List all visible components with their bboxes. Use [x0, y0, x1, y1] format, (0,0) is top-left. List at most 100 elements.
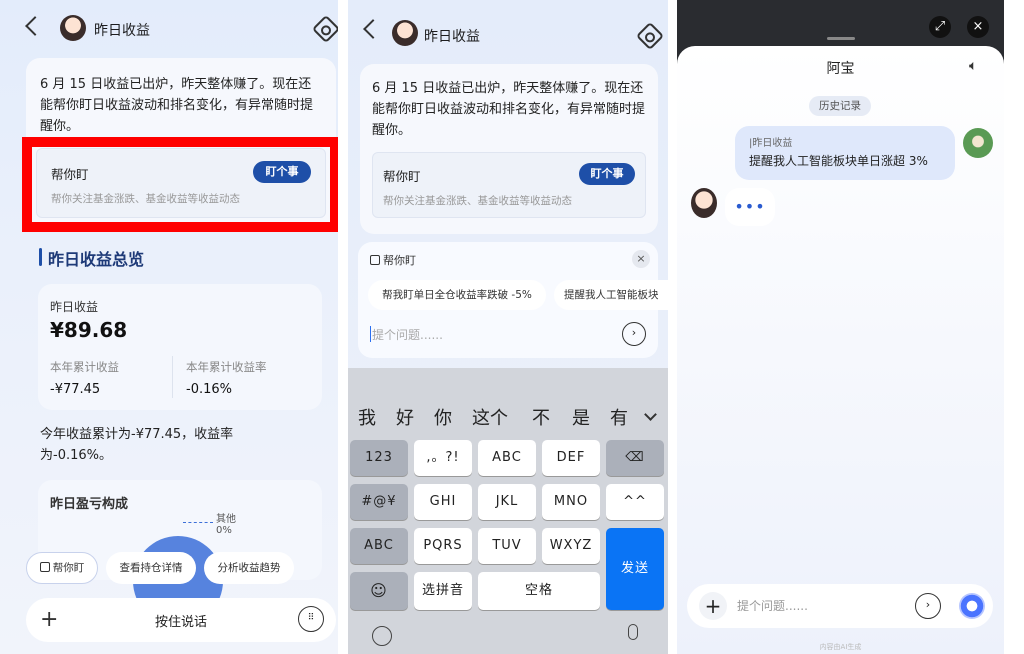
- suggestion-chip[interactable]: 提醒我人工智能板块: [554, 280, 668, 310]
- candidate[interactable]: 不: [532, 404, 550, 430]
- key-def[interactable]: DEF: [542, 440, 600, 476]
- header: 昨日收益: [348, 12, 668, 51]
- other-value: 0%: [216, 525, 232, 536]
- watch-sheet: 帮你盯 × 帮我盯单日全仓收益率跌破 -5% 提醒我人工智能板块 提个问题...…: [358, 242, 668, 358]
- assistant-avatar: [691, 188, 717, 218]
- suggestion-chip[interactable]: 帮我盯单日全仓收益率跌破 -5%: [368, 280, 546, 310]
- globe-icon[interactable]: [372, 626, 392, 646]
- history-button[interactable]: 历史记录: [809, 96, 871, 116]
- user-message-tag: |昨日收益: [749, 138, 793, 149]
- chip-watch-label: 帮你盯: [52, 562, 85, 574]
- back-arrow-icon[interactable]: [363, 19, 383, 39]
- ytd-value: -¥77.45: [50, 382, 101, 397]
- summary-text: 今年收益累计为-¥77.45，收益率为-0.16%。: [40, 427, 234, 463]
- settings-icon[interactable]: [635, 21, 665, 51]
- key-pinyin[interactable]: 选拼音: [414, 572, 472, 610]
- section-marker: [39, 248, 42, 266]
- space-key[interactable]: 空格: [478, 572, 600, 610]
- divider: [172, 356, 173, 398]
- chat-title: 阿宝: [826, 61, 855, 77]
- avatar: [392, 20, 418, 46]
- voice-input-bar[interactable]: + 按住说话 ⠿: [26, 598, 336, 642]
- candidate[interactable]: 有: [610, 404, 628, 430]
- text-cursor: [370, 326, 371, 342]
- key-mno[interactable]: MNO: [542, 484, 600, 520]
- voice-wave-icon[interactable]: ›: [622, 322, 646, 346]
- ytd-rate-label: 本年累计收益率: [186, 360, 267, 374]
- key-jkl[interactable]: JKL: [478, 484, 536, 520]
- key-punct[interactable]: ,。?!: [414, 440, 472, 476]
- expand-chevron-icon[interactable]: [644, 408, 657, 421]
- key-pqrs[interactable]: PQRS: [414, 528, 472, 564]
- header: 昨日收益: [0, 12, 338, 46]
- input-panel: 昨日收益 6 月 15 日收益已出炉，昨天整体赚了。现在还能帮你盯日收益波动和排…: [348, 0, 668, 654]
- watch-sheet-label: 帮你盯: [383, 254, 416, 267]
- key-wxyz[interactable]: WXYZ: [542, 528, 600, 564]
- settings-icon[interactable]: [311, 14, 338, 44]
- message-text: 6 月 15 日收益已出炉，昨天整体赚了。现在还能帮你盯日收益波动和排名变化，有…: [372, 81, 646, 138]
- candidate[interactable]: 是: [572, 404, 590, 430]
- candidate[interactable]: 我: [358, 404, 376, 430]
- backspace-icon[interactable]: ⌫: [606, 440, 664, 476]
- help-title: 帮你盯: [383, 169, 421, 184]
- voice-wave-icon[interactable]: ›: [915, 593, 941, 619]
- key-abc-mode[interactable]: ABC: [350, 528, 408, 564]
- message-text: 6 月 15 日收益已出炉，昨天整体赚了。现在还能帮你盯日收益波动和排名变化，有…: [40, 77, 314, 134]
- back-arrow-icon[interactable]: [25, 16, 45, 36]
- page-title: 昨日收益: [94, 23, 150, 39]
- plus-icon[interactable]: +: [699, 592, 727, 620]
- chip-trend[interactable]: 分析收益趋势: [204, 552, 294, 584]
- help-subtitle: 帮你关注基金涨跌、基金收益等收益动态: [383, 195, 572, 207]
- section-title: 昨日收益总览: [48, 250, 145, 269]
- candidate[interactable]: 好: [396, 404, 414, 430]
- help-card[interactable]: 帮你盯 盯个事 帮你关注基金涨跌、基金收益等收益动态: [372, 152, 646, 218]
- chip-watch[interactable]: 帮你盯: [26, 552, 98, 584]
- yesterday-label: 昨日收益: [50, 300, 99, 314]
- chip-holdings[interactable]: 查看持仓详情: [106, 552, 196, 584]
- key-tuv[interactable]: TUV: [478, 528, 536, 564]
- income-page-panel: 昨日收益 6 月 15 日收益已出炉，昨天整体赚了。现在还能帮你盯日收益波动和排…: [0, 0, 338, 654]
- question-input[interactable]: 提个问题......: [372, 326, 443, 343]
- overview-card: 昨日收益 ¥89.68 本年累计收益 -¥77.45 本年累计收益率 -0.16…: [38, 284, 322, 410]
- chat-panel: ⤢ × 阿宝 🔈︎ 历史记录 |昨日收益 提醒我人工智能板块单日涨超 3% ••…: [677, 0, 1004, 654]
- chip-watch-icon: [39, 562, 50, 572]
- key-123[interactable]: 123: [350, 440, 408, 476]
- candidate[interactable]: 这个: [472, 404, 508, 430]
- composition-title: 昨日盈亏构成: [50, 497, 129, 512]
- avatar: [60, 15, 86, 41]
- other-label: 其他: [216, 514, 236, 525]
- close-icon[interactable]: ×: [967, 16, 989, 38]
- pie-leader-line: [183, 522, 213, 523]
- watch-icon: [370, 255, 380, 265]
- close-icon[interactable]: ×: [632, 250, 650, 268]
- highlight-box: [22, 137, 338, 232]
- key-ghi[interactable]: GHI: [414, 484, 472, 520]
- expand-icon[interactable]: ⤢: [929, 16, 951, 38]
- key-abc[interactable]: ABC: [478, 440, 536, 476]
- ytd-label: 本年累计收益: [50, 360, 119, 374]
- ai-orb-icon[interactable]: [959, 593, 985, 619]
- user-avatar: [963, 128, 993, 158]
- key-emoticon[interactable]: ^^: [606, 484, 664, 520]
- typing-indicator: •••: [725, 188, 775, 226]
- yesterday-value: ¥89.68: [50, 318, 128, 342]
- microphone-icon[interactable]: [628, 624, 638, 640]
- watch-button[interactable]: 盯个事: [579, 163, 635, 185]
- emoji-icon[interactable]: ☺: [350, 572, 408, 610]
- key-symbols[interactable]: #@¥: [350, 484, 408, 520]
- page-title: 昨日收益: [424, 29, 480, 45]
- keyboard-icon[interactable]: ⠿: [298, 606, 324, 632]
- speaker-icon[interactable]: 🔈︎: [969, 58, 977, 74]
- user-message-bubble: |昨日收益 提醒我人工智能板块单日涨超 3%: [735, 126, 955, 180]
- drag-handle[interactable]: [827, 37, 855, 40]
- ytd-rate-value: -0.16%: [186, 382, 232, 397]
- watch-sheet-title: 帮你盯: [370, 252, 416, 268]
- hold-to-talk[interactable]: 按住说话: [26, 611, 336, 630]
- user-message-text: 提醒我人工智能板块单日涨超 3%: [749, 154, 928, 168]
- chat-input[interactable]: 提个问题......: [737, 597, 808, 614]
- send-key[interactable]: 发送: [606, 528, 664, 610]
- chat-sheet: 阿宝 🔈︎ 历史记录 |昨日收益 提醒我人工智能板块单日涨超 3% ••• + …: [677, 37, 1004, 654]
- candidate[interactable]: 你: [434, 404, 452, 430]
- chat-input-bar[interactable]: + 提个问题...... ›: [687, 584, 993, 628]
- ai-disclaimer: 内容由AI生成: [819, 643, 862, 651]
